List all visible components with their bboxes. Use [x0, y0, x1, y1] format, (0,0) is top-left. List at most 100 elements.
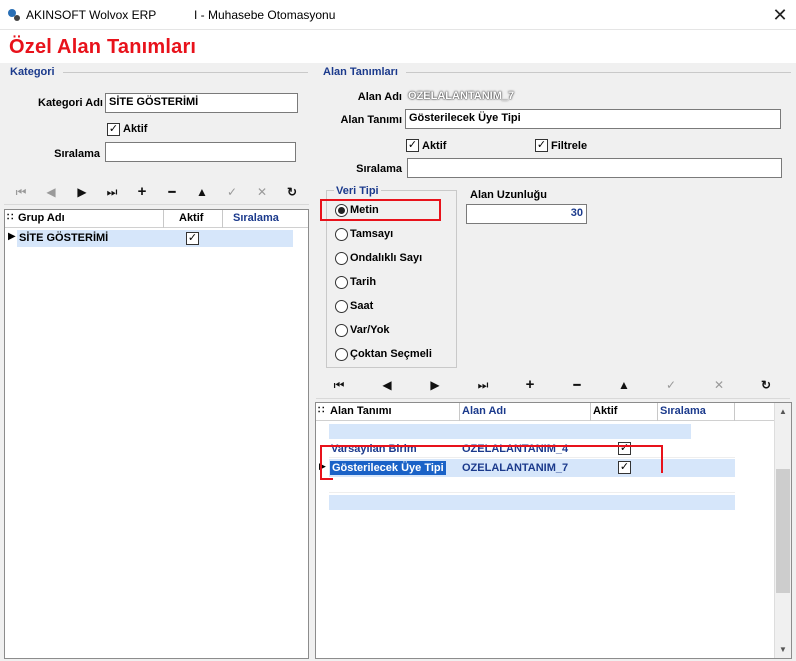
up-icon: ▲ [618, 378, 630, 392]
delete-icon: ━ [168, 185, 176, 199]
grid-handle-icon: ∷ [318, 405, 325, 416]
next-record-button[interactable]: ▶ [67, 180, 97, 204]
column-aktif[interactable]: Aktif [179, 212, 203, 224]
cancel-icon: ✕ [256, 185, 268, 199]
alan-confirm-button[interactable]: ✓ [656, 373, 686, 397]
app-logo-icon [8, 9, 20, 21]
cancel-button[interactable]: ✕ [247, 180, 277, 204]
alan-aktif-checkbox[interactable]: ✓ [406, 139, 419, 152]
radio-tamsayi[interactable] [335, 228, 348, 241]
alan-add-record-button[interactable]: + [515, 373, 545, 397]
radio-tarih[interactable] [335, 276, 348, 289]
kategori-section-label: Kategori [10, 66, 55, 78]
radio-ondalikli-sayi-label: Ondalıklı Sayı [350, 252, 423, 264]
refresh-button[interactable]: ↻ [277, 180, 307, 204]
alan-last-record-button[interactable]: ⏭ [468, 373, 498, 397]
alan-cancel-button[interactable]: ✕ [704, 373, 734, 397]
alan-refresh-button[interactable]: ↻ [751, 373, 781, 397]
alan-divider [406, 72, 791, 73]
column-grup-adi[interactable]: Grup Adı [18, 212, 65, 224]
up-icon: ▲ [196, 185, 208, 199]
highlight-box [320, 445, 333, 480]
column-alan-adi[interactable]: Alan Adı [462, 405, 506, 417]
column-siralama[interactable]: Sıralama [660, 405, 706, 417]
kategori-navigator: ⏮ ◀ ▶ ⏭ + ━ ▲ ✓ ✕ ↻ [4, 179, 309, 205]
cell-alan-adi: OZELALANTANIM_7 [462, 462, 569, 474]
alan-tanimi-input[interactable]: Gösterilecek Üye Tipi [405, 109, 781, 129]
prev-icon: ◀ [46, 185, 56, 199]
grid-handle-icon: ∷ [7, 212, 14, 223]
radio-ondalikli-sayi[interactable] [335, 252, 348, 265]
cell-alan-tanimi-selected[interactable]: Gösterilecek Üye Tipi [330, 461, 446, 475]
alan-siralama-input[interactable] [407, 158, 782, 178]
scroll-down-icon[interactable]: ▼ [779, 645, 787, 654]
radio-saat-label: Saat [350, 300, 374, 312]
column-aktif[interactable]: Aktif [593, 405, 617, 417]
radio-var-yok[interactable] [335, 324, 348, 337]
cell-aktif-checkbox[interactable]: ✓ [618, 442, 631, 455]
column-divider [163, 210, 164, 228]
kategori-divider [63, 72, 308, 73]
column-siralama[interactable]: Sıralama [233, 212, 279, 224]
alan-aktif-label: Aktif [422, 140, 447, 152]
close-button[interactable]: ✕ [766, 2, 794, 28]
prev-icon: ◀ [382, 378, 392, 392]
delete-record-button[interactable]: ━ [157, 180, 187, 204]
alan-next-record-button[interactable]: ▶ [420, 373, 450, 397]
window-title: I - Muhasebe Otomasyonu [194, 8, 336, 22]
add-icon: + [137, 183, 147, 200]
scroll-up-icon[interactable]: ▲ [779, 407, 787, 416]
first-record-button[interactable]: ⏮ [6, 180, 36, 204]
radio-coktan-secmeli[interactable] [335, 348, 348, 361]
radio-tamsayi-label: Tamsayı [350, 228, 394, 240]
uzunluk-input[interactable]: 30 [466, 204, 587, 224]
move-up-button[interactable]: ▲ [187, 180, 217, 204]
row-indicator-icon: ▶ [8, 231, 16, 242]
cancel-icon: ✕ [713, 378, 725, 392]
kategori-name-input[interactable]: SİTE GÖSTERİMİ [105, 93, 298, 113]
kategori-aktif-checkbox[interactable]: ✓ [107, 123, 120, 136]
list-item [329, 424, 691, 439]
filtrele-checkbox[interactable]: ✓ [535, 139, 548, 152]
column-divider [459, 403, 460, 421]
alan-first-record-button[interactable]: ⏮ [324, 373, 354, 397]
kategori-aktif-label: Aktif [123, 123, 148, 135]
kategori-siralama-input[interactable] [105, 142, 296, 162]
alan-delete-record-button[interactable]: ━ [562, 373, 592, 397]
kategori-grid-header: ∷ Grup Adı Aktif Sıralama [5, 210, 308, 228]
alan-navigator: ⏮ ◀ ▶ ⏭ + ━ ▲ ✓ ✕ ↻ [316, 372, 790, 399]
alan-move-up-button[interactable]: ▲ [609, 373, 639, 397]
radio-metin[interactable] [335, 204, 348, 217]
vertical-scrollbar[interactable]: ▲ ▼ [774, 403, 791, 658]
radio-saat[interactable] [335, 300, 348, 313]
add-record-button[interactable]: + [127, 180, 157, 204]
title-bar: AKINSOFT Wolvox ERP I - Muhasebe Otomasy… [0, 0, 796, 30]
kategori-siralama-label: Sıralama [54, 148, 100, 160]
highlight-box-top [320, 445, 663, 447]
prev-record-button[interactable]: ◀ [36, 180, 66, 204]
confirm-icon: ✓ [665, 378, 677, 392]
column-alan-tanimi[interactable]: Alan Tanımı [330, 405, 392, 417]
confirm-button[interactable]: ✓ [217, 180, 247, 204]
cell-aktif-checkbox[interactable]: ✓ [618, 461, 631, 474]
cell-aktif-checkbox[interactable]: ✓ [186, 232, 199, 245]
column-divider [734, 403, 735, 421]
scroll-thumb[interactable] [776, 469, 790, 593]
list-item [329, 477, 735, 493]
add-icon: + [525, 376, 535, 393]
alan-adi-value: OZELALANTANIM_7 [408, 90, 515, 102]
radio-coktan-secmeli-label: Çoktan Seçmeli [350, 348, 432, 360]
last-icon: ⏭ [477, 378, 489, 392]
alan-grid-header: ∷ Alan Tanımı Alan Adı Aktif Sıralama [316, 403, 774, 421]
filtrele-label: Filtrele [551, 140, 588, 152]
last-record-button[interactable]: ⏭ [97, 180, 127, 204]
radio-var-yok-label: Var/Yok [350, 324, 390, 336]
highlight-box-right [661, 445, 663, 473]
alan-prev-record-button[interactable]: ◀ [372, 373, 402, 397]
confirm-icon: ✓ [226, 185, 238, 199]
cell-grup-adi: SİTE GÖSTERİMİ [19, 232, 109, 244]
delete-icon: ━ [573, 378, 581, 392]
column-divider [590, 403, 591, 421]
column-divider [222, 210, 223, 228]
alan-grid: ∷ Alan Tanımı Alan Adı Aktif Sıralama Va… [315, 402, 792, 659]
